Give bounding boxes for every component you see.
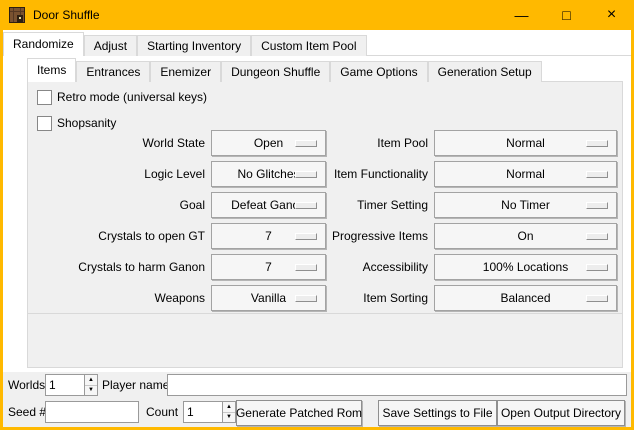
window-title: Door Shuffle (33, 8, 100, 22)
dropdown-indicator-icon (586, 264, 608, 271)
seed-input[interactable] (45, 401, 139, 423)
app-icon (9, 7, 25, 23)
goal-label: Goal (33, 192, 205, 218)
open-output-directory-button[interactable]: Open Output Directory (497, 400, 625, 426)
item-pool-dropdown[interactable]: Normal (434, 130, 617, 156)
worlds-label: Worlds (8, 374, 45, 396)
retro-mode-checkbox[interactable] (37, 90, 52, 105)
shopsanity-checkbox[interactable] (37, 116, 52, 131)
spinner-up-icon[interactable]: ▲ (85, 375, 97, 386)
item-functionality-label: Item Functionality (253, 161, 428, 187)
weapons-label: Weapons (33, 285, 205, 311)
item-sorting-label: Item Sorting (253, 285, 428, 311)
window-content: Randomize Adjust Starting Inventory Cust… (3, 30, 631, 427)
title-bar[interactable]: Door Shuffle — □ × (0, 0, 634, 30)
seed-label: Seed # (8, 401, 46, 423)
retro-mode-checkbox-row: Retro mode (universal keys) (37, 90, 207, 104)
world-state-label: World State (33, 130, 205, 156)
dropdown-indicator-icon (586, 295, 608, 302)
close-button[interactable]: × (589, 0, 634, 30)
count-label: Count (146, 401, 178, 423)
tab-dungeon-shuffle[interactable]: Dungeon Shuffle (221, 61, 330, 82)
tab-entrances[interactable]: Entrances (76, 61, 150, 82)
main-tab-bar: Randomize Adjust Starting Inventory Cust… (3, 32, 631, 56)
count-spinner: ▲ ▼ (183, 401, 236, 423)
tab-adjust[interactable]: Adjust (84, 35, 137, 56)
tab-randomize[interactable]: Randomize (3, 32, 84, 56)
logic-level-label: Logic Level (33, 161, 205, 187)
worlds-input[interactable] (45, 374, 84, 396)
progressive-items-label: Progressive Items (253, 223, 428, 249)
timer-setting-dropdown[interactable]: No Timer (434, 192, 617, 218)
tab-enemizer[interactable]: Enemizer (150, 61, 221, 82)
shopsanity-label: Shopsanity (57, 116, 116, 130)
item-sorting-dropdown[interactable]: Balanced (434, 285, 617, 311)
spinner-down-icon[interactable]: ▼ (223, 413, 235, 423)
dropdown-indicator-icon (586, 202, 608, 209)
worlds-spinner-arrows[interactable]: ▲ ▼ (84, 374, 98, 396)
shopsanity-checkbox-row: Shopsanity (37, 116, 116, 130)
retro-mode-label: Retro mode (universal keys) (57, 90, 207, 104)
player-names-label: Player names (102, 374, 175, 396)
randomize-tab-bar: Items Entrances Enemizer Dungeon Shuffle… (27, 58, 623, 82)
tab-custom-item-pool[interactable]: Custom Item Pool (251, 35, 366, 56)
spinner-up-icon[interactable]: ▲ (223, 402, 235, 413)
progressive-items-dropdown[interactable]: On (434, 223, 617, 249)
generate-patched-rom-button[interactable]: Generate Patched Rom (236, 400, 362, 426)
count-input[interactable] (183, 401, 222, 423)
count-spinner-arrows[interactable]: ▲ ▼ (222, 401, 236, 423)
accessibility-dropdown[interactable]: 100% Locations (434, 254, 617, 280)
tab-game-options[interactable]: Game Options (330, 61, 427, 82)
crystals-ganon-label: Crystals to harm Ganon (33, 254, 205, 280)
tab-generation-setup[interactable]: Generation Setup (428, 61, 542, 82)
save-settings-button[interactable]: Save Settings to File (378, 400, 497, 426)
tab-starting-inventory[interactable]: Starting Inventory (137, 35, 251, 56)
item-functionality-dropdown[interactable]: Normal (434, 161, 617, 187)
worlds-spinner: ▲ ▼ (45, 374, 98, 396)
items-tab-page: Retro mode (universal keys) Shopsanity W… (27, 82, 623, 368)
panel-divider (28, 313, 622, 314)
player-names-input[interactable] (167, 374, 627, 396)
spinner-down-icon[interactable]: ▼ (85, 386, 97, 396)
dropdown-indicator-icon (586, 233, 608, 240)
minimize-button[interactable]: — (499, 0, 544, 30)
dropdown-indicator-icon (586, 140, 608, 147)
dropdown-indicator-icon (586, 171, 608, 178)
timer-setting-label: Timer Setting (253, 192, 428, 218)
accessibility-label: Accessibility (253, 254, 428, 280)
maximize-button[interactable]: □ (544, 0, 589, 30)
crystals-gt-label: Crystals to open GT (33, 223, 205, 249)
item-pool-label: Item Pool (253, 130, 428, 156)
bottom-controls: Worlds ▲ ▼ Player names Seed # Count ▲ ▼ (3, 372, 631, 427)
tab-items[interactable]: Items (27, 58, 76, 82)
app-window: Door Shuffle — □ × Randomize Adjust Star… (0, 0, 634, 430)
